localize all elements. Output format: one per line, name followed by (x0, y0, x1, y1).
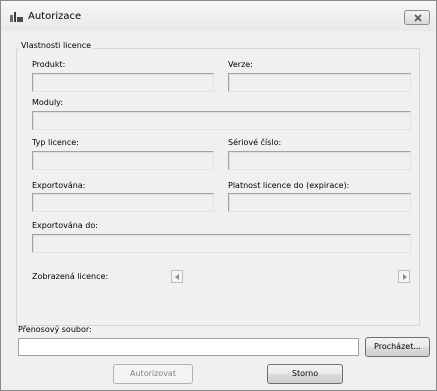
valid-until-field[interactable] (228, 193, 411, 212)
authorize-button[interactable]: Autorizovat (113, 364, 193, 384)
key-icon (10, 12, 23, 22)
transfer-file-input[interactable] (18, 338, 359, 356)
exported-to-field[interactable] (32, 234, 411, 253)
exported-label: Exportována: (32, 181, 86, 190)
serial-number-label: Sériové číslo: (228, 138, 282, 147)
modules-field[interactable] (32, 111, 411, 130)
chevron-left-icon (175, 274, 179, 280)
title-bar[interactable]: Autorizace (1, 1, 436, 31)
license-type-label: Typ licence: (32, 138, 79, 147)
scroll-left-button[interactable] (171, 270, 183, 283)
dialog-body: Vlastnosti licence Produkt: Verze: Modul… (1, 31, 436, 390)
cancel-button[interactable]: Storno (267, 364, 343, 384)
exported-field[interactable] (32, 193, 214, 212)
chevron-right-icon (403, 274, 407, 280)
browse-button[interactable]: Procházet... (365, 337, 430, 357)
exported-to-label: Exportována do: (32, 221, 98, 230)
group-legend: Vlastnosti licence (19, 41, 94, 50)
authorization-dialog: Autorizace Vlastnosti licence Produkt: V… (0, 0, 437, 391)
close-button[interactable] (404, 10, 430, 25)
close-icon (414, 14, 422, 22)
valid-until-label: Platnost licence do (expirace): (228, 181, 350, 190)
scroll-right-button[interactable] (398, 270, 410, 283)
modules-label: Moduly: (32, 98, 64, 107)
version-label: Verze: (228, 60, 253, 69)
displayed-license-label: Zobrazená licence: (32, 272, 109, 281)
product-label: Produkt: (32, 60, 66, 69)
license-scrollbar[interactable] (171, 270, 411, 285)
serial-number-field[interactable] (228, 151, 411, 170)
license-type-field[interactable] (32, 151, 214, 170)
product-field[interactable] (32, 73, 214, 92)
window-title: Autorizace (28, 11, 82, 22)
transfer-file-label: Přenosový soubor: (18, 325, 92, 334)
version-field[interactable] (228, 73, 411, 92)
